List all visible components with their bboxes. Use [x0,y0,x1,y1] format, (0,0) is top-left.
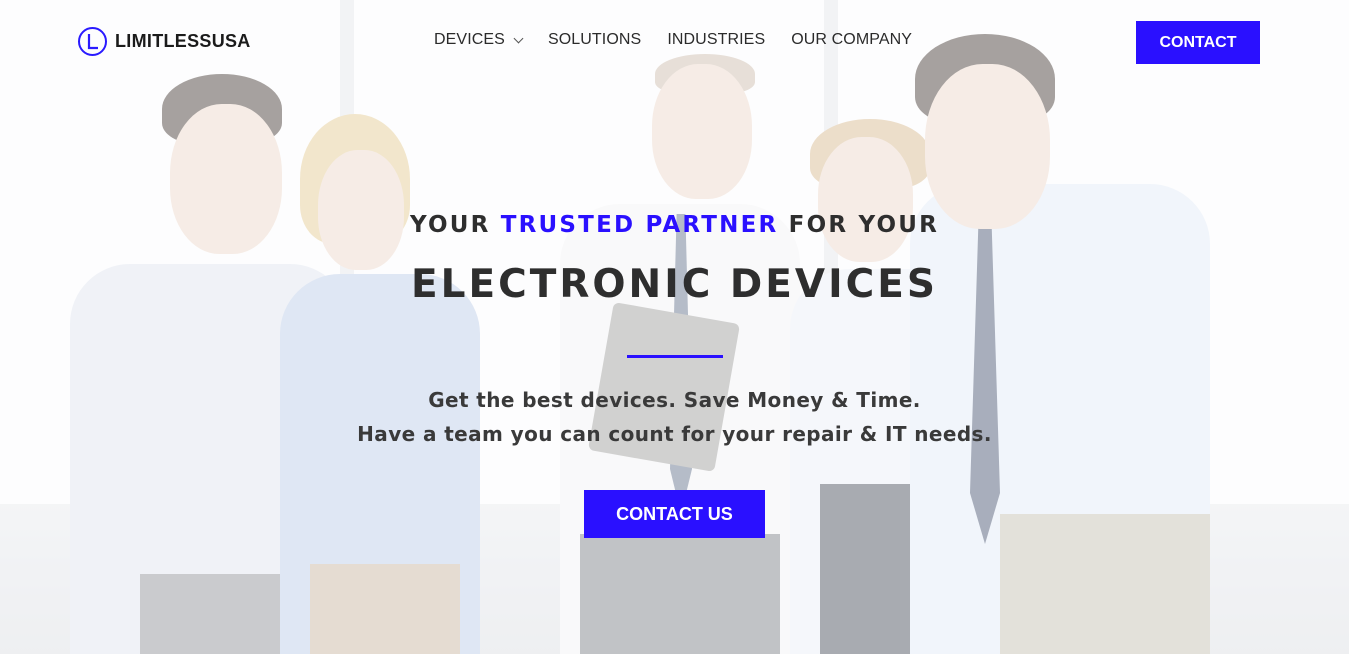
hero-tagline-line2: Have a team you can count for your repai… [357,422,992,446]
nav-item-solutions[interactable]: SOLUTIONS [548,31,641,49]
contact-button[interactable]: CONTACT [1136,21,1260,64]
nav-item-label: OUR COMPANY [791,31,913,48]
site-header: LIMITLESSUSA DEVICES SOLUTIONS INDUSTRIE… [0,0,1349,84]
hero-eyebrow: YOUR TRUSTED PARTNER FOR YOUR [0,212,1349,238]
nav-item-label: SOLUTIONS [547,31,642,48]
eyebrow-accent: TRUSTED PARTNER [500,212,779,238]
hero-overlay [0,0,1349,654]
hero-headline: ELECTRONIC DEVICES [411,262,938,307]
hero-tagline-line1: Get the best devices. Save Money & Time. [428,388,921,412]
nav-item-industries[interactable]: INDUSTRIES [667,31,765,49]
brand-logo-link[interactable]: LIMITLESSUSA [78,27,251,56]
brand-name: LIMITLESSUSA [115,31,251,51]
main-nav: DEVICES SOLUTIONS INDUSTRIES OUR COMPANY [434,31,912,49]
eyebrow-prefix: YOUR [409,212,501,238]
nav-item-our-company[interactable]: OUR COMPANY [791,31,912,49]
nav-item-label: INDUSTRIES [667,31,766,48]
contact-us-button[interactable]: CONTACT US [584,490,765,538]
nav-item-devices[interactable]: DEVICES [434,31,524,49]
chevron-down-icon [513,33,524,44]
accent-divider [627,355,723,358]
letter-l-circle-icon [78,27,107,56]
eyebrow-suffix: FOR YOUR [778,212,940,238]
nav-item-label: DEVICES [434,31,505,48]
